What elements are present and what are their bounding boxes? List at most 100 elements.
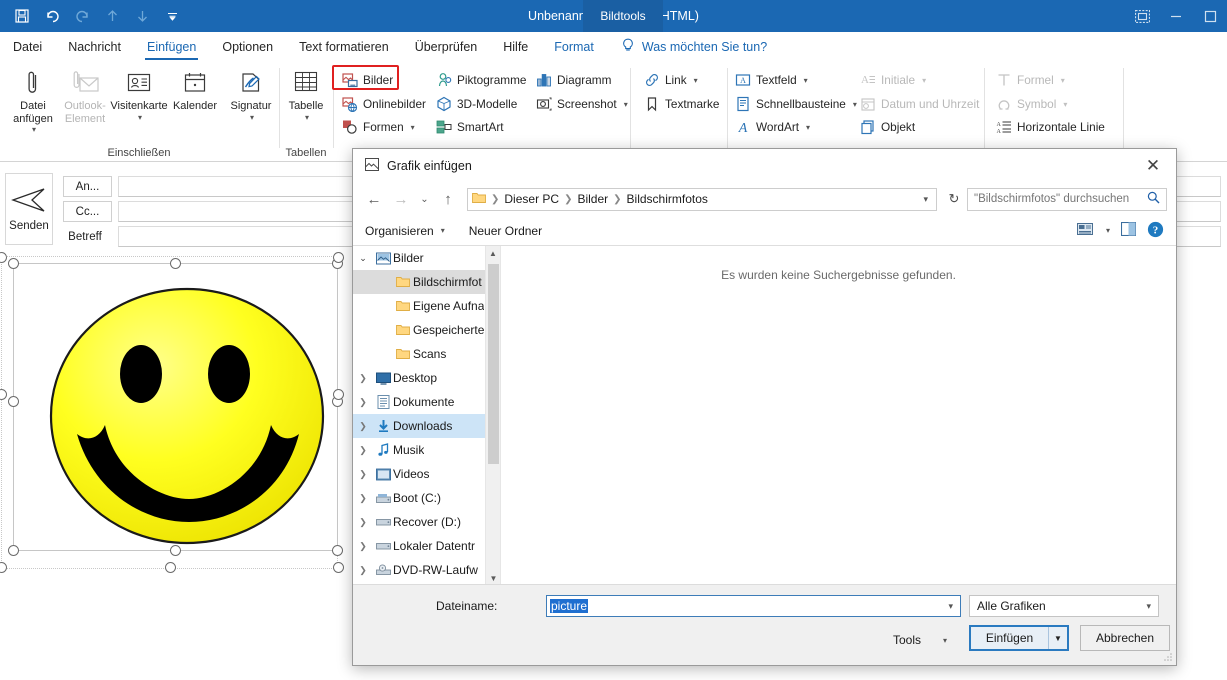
ribbon-button-visitenkarte[interactable]: Visitenkarte ▾ <box>110 66 168 142</box>
down-arrow-icon[interactable] <box>128 3 156 29</box>
ribbon-button-piktogramme[interactable]: Piktogramme <box>432 69 530 91</box>
resize-handle-bottom-right[interactable] <box>332 545 343 556</box>
scroll-up-icon[interactable]: ▲ <box>486 246 500 261</box>
ribbon-button-screenshot[interactable]: Screenshot ▾ <box>532 93 631 115</box>
file-type-filter[interactable]: Alle Grafiken ▾ <box>969 595 1159 617</box>
tree-item-dvd-rw-laufwerk[interactable]: ❯ DVD-RW-Laufw <box>353 558 500 582</box>
minimize-icon[interactable] <box>1159 0 1193 32</box>
ribbon-button-kalender[interactable]: Kalender <box>166 66 224 142</box>
tree-item-bildschirmfotos[interactable]: Bildschirmfot <box>353 270 500 294</box>
tree-item-lokaler-datentraeger[interactable]: ❯ Lokaler Datentr <box>353 534 500 558</box>
anchor-handle-middle-right[interactable] <box>333 389 344 400</box>
breadcrumb-item-0[interactable]: Dieser PC <box>504 192 559 206</box>
tab-datei[interactable]: Datei <box>0 32 55 62</box>
tree-item-scans[interactable]: Scans <box>353 342 500 366</box>
ribbon-button-3d-modelle[interactable]: 3D-Modelle <box>432 93 520 115</box>
tree-scrollbar[interactable]: ▲ ▼ <box>485 246 500 586</box>
cancel-button[interactable]: Abbrechen <box>1080 625 1170 651</box>
tree-item-gespeicherte-bilder[interactable]: Gespeicherte <box>353 318 500 342</box>
up-arrow-icon[interactable] <box>98 3 126 29</box>
tools-button[interactable]: Tools ▾ <box>890 628 950 652</box>
ribbon-button-link[interactable]: Link ▾ <box>640 69 701 91</box>
tab-optionen[interactable]: Optionen <box>209 32 286 62</box>
chevron-right-icon[interactable]: ❯ <box>353 445 373 456</box>
refresh-icon[interactable]: ↻ <box>944 191 964 207</box>
chevron-right-icon[interactable]: ❯ <box>353 469 373 480</box>
chevron-right-icon[interactable]: ❯ <box>353 565 373 576</box>
chevron-right-icon[interactable]: ❯ <box>353 373 373 384</box>
chevron-right-icon[interactable]: ❯ <box>353 541 373 552</box>
ribbon-button-bilder[interactable]: Bilder <box>338 69 396 91</box>
maximize-icon[interactable] <box>1193 0 1227 32</box>
tree-item-downloads[interactable]: ❯ Downloads <box>353 414 500 438</box>
ribbon-button-signatur[interactable]: Signatur ▾ <box>222 66 280 142</box>
insert-button[interactable]: Einfügen ▼ <box>969 625 1069 651</box>
smiley-face-image[interactable] <box>33 278 346 554</box>
scroll-thumb[interactable] <box>488 264 499 464</box>
ribbon-button-wordart[interactable]: A WordArt ▾ <box>731 116 813 138</box>
tree-item-recover-d[interactable]: ❯ Recover (D:) <box>353 510 500 534</box>
tree-item-desktop[interactable]: ❯ Desktop <box>353 366 500 390</box>
tree-item-bilder[interactable]: ⌄ Bilder <box>353 246 500 270</box>
file-list-pane[interactable]: Es wurden keine Suchergebnisse gefunden. <box>501 246 1176 586</box>
chevron-down-icon[interactable]: ▾ <box>948 601 957 612</box>
tell-me-box[interactable]: Was möchten Sie tun? <box>607 38 767 56</box>
ribbon-button-schnellbausteine[interactable]: Schnellbausteine ▾ <box>731 93 860 115</box>
chevron-down-icon[interactable]: ⌄ <box>353 253 373 264</box>
up-one-level-button[interactable]: ↑ <box>436 187 460 211</box>
resize-handle-top-center[interactable] <box>170 258 181 269</box>
search-input[interactable]: "Bildschirmfotos" durchsuchen <box>967 187 1167 211</box>
tab-hilfe[interactable]: Hilfe <box>490 32 541 62</box>
ribbon-button-onlinebilder[interactable]: Onlinebilder <box>338 93 429 115</box>
tab-nachricht[interactable]: Nachricht <box>55 32 134 62</box>
insert-dropdown-arrow-icon[interactable]: ▼ <box>1048 627 1067 649</box>
save-icon[interactable] <box>8 3 36 29</box>
tab-text-formatieren[interactable]: Text formatieren <box>286 32 402 62</box>
chevron-right-icon[interactable]: ❯ <box>353 421 373 432</box>
resize-handle-bottom-left[interactable] <box>8 545 19 556</box>
tree-item-musik[interactable]: ❯ Musik <box>353 438 500 462</box>
breadcrumb-item-1[interactable]: Bilder <box>577 192 608 206</box>
chevron-right-icon[interactable]: ❯ <box>353 397 373 408</box>
ribbon-button-diagramm[interactable]: Diagramm <box>532 69 614 91</box>
ribbon-display-options-icon[interactable] <box>1125 0 1159 32</box>
filename-input[interactable]: picture ▾ <box>546 595 961 617</box>
help-icon[interactable]: ? <box>1147 221 1164 241</box>
tree-item-videos[interactable]: ❯ Videos <box>353 462 500 486</box>
ribbon-button-tabelle[interactable]: Tabelle ▾ <box>277 66 335 142</box>
ribbon-button-textmarke[interactable]: Textmarke <box>640 93 722 115</box>
undo-icon[interactable] <box>38 3 66 29</box>
ribbon-button-objekt[interactable]: Objekt <box>856 116 918 138</box>
send-button[interactable]: Senden <box>5 173 53 245</box>
tree-item-eigene-aufnahmen[interactable]: Eigene Aufna <box>353 294 500 318</box>
breadcrumb[interactable]: ❯ Dieser PC ❯ Bilder ❯ Bildschirmfotos ▾ <box>467 187 937 211</box>
tree-item-dokumente[interactable]: ❯ Dokumente <box>353 390 500 414</box>
anchor-handle-bottom-left[interactable] <box>0 562 7 573</box>
image-selection-frame[interactable] <box>13 263 338 551</box>
back-button[interactable]: ← <box>362 187 386 211</box>
chevron-right-icon[interactable]: ❯ <box>353 517 373 528</box>
tab-format[interactable]: Format <box>541 32 607 62</box>
ribbon-button-datei-anfuegen[interactable]: Datei anfügen ▾ <box>4 66 62 142</box>
resize-grip-icon[interactable] <box>1163 652 1173 662</box>
qat-more-icon[interactable] <box>158 3 186 29</box>
chevron-down-icon[interactable]: ▾ <box>923 194 932 205</box>
anchor-handle-bottom-center[interactable] <box>165 562 176 573</box>
resize-handle-bottom-center[interactable] <box>170 545 181 556</box>
resize-handle-top-left[interactable] <box>8 258 19 269</box>
preview-pane-icon[interactable] <box>1120 221 1137 239</box>
chevron-down-icon[interactable]: ▾ <box>1106 226 1110 235</box>
contextual-tab-bildtools[interactable]: Bildtools <box>583 0 663 32</box>
tree-item-boot-c[interactable]: ❯ Boot (C:) <box>353 486 500 510</box>
tab-einfuegen[interactable]: Einfügen <box>134 32 209 62</box>
tab-ueberpruefen[interactable]: Überprüfen <box>402 32 491 62</box>
cc-button[interactable]: Cc... <box>63 201 112 222</box>
to-button[interactable]: An... <box>63 176 112 197</box>
ribbon-button-formen[interactable]: Formen ▾ <box>338 116 418 138</box>
redo-icon[interactable] <box>68 3 96 29</box>
recent-locations-button[interactable]: ⌄ <box>416 187 433 211</box>
ribbon-button-textfeld[interactable]: A Textfeld ▾ <box>731 69 811 91</box>
view-layout-icon[interactable] <box>1076 222 1093 239</box>
new-folder-button[interactable]: Neuer Ordner <box>469 224 542 238</box>
breadcrumb-item-2[interactable]: Bildschirmfotos <box>627 192 708 206</box>
